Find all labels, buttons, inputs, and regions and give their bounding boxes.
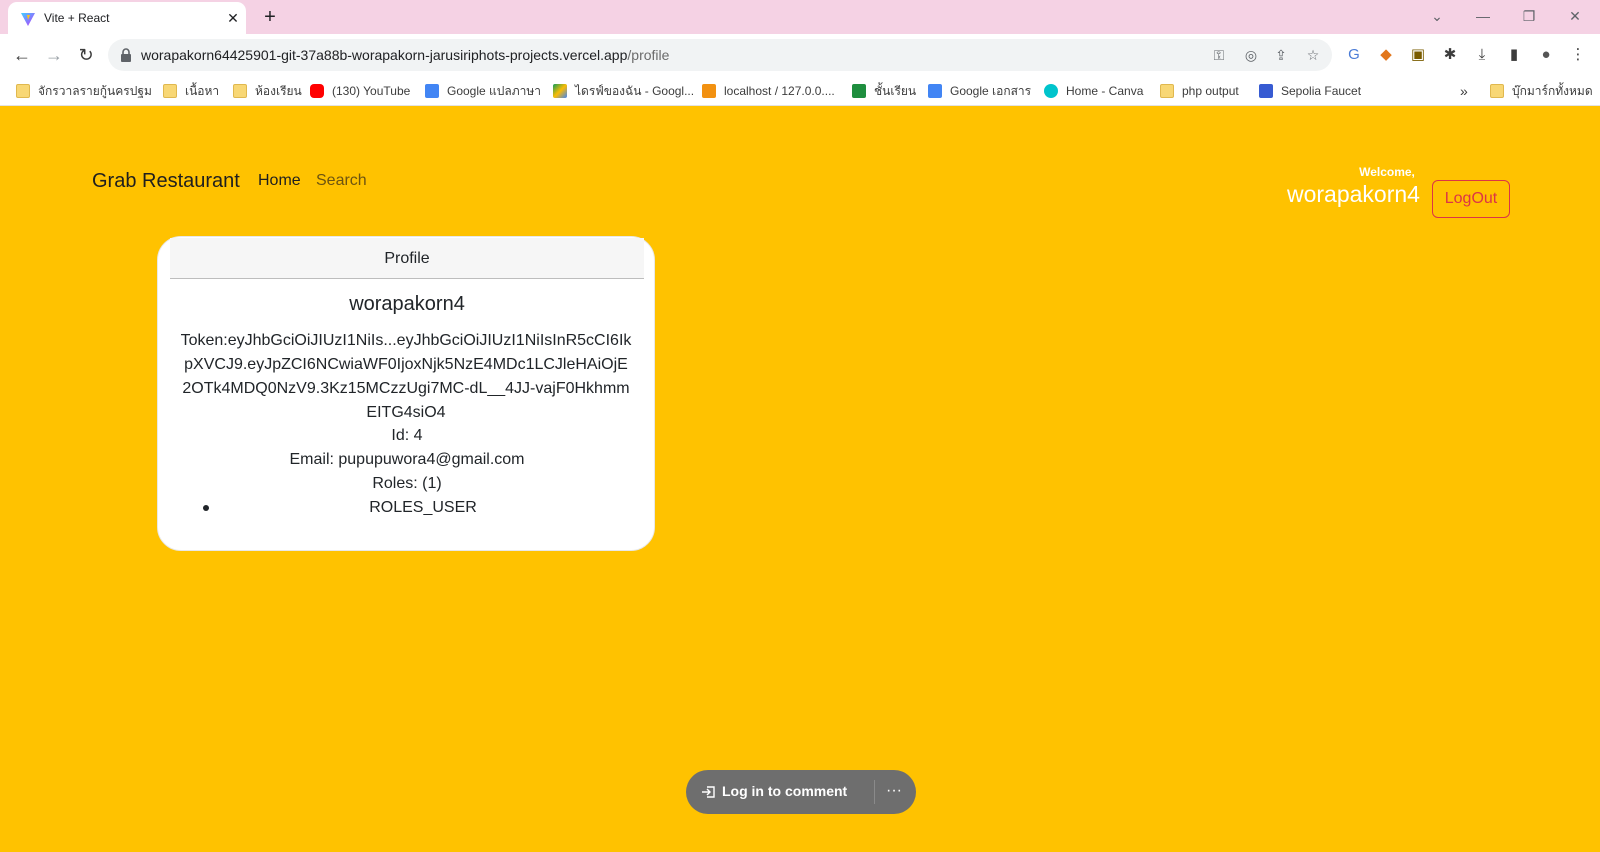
bookmark-label: บุ๊กมาร์กทั้งหมด [1512,83,1593,98]
bookmark-label: localhost / 127.0.0.... [724,84,835,98]
folder-icon [1490,84,1504,98]
folder-icon [163,84,177,98]
forward-arrow-icon[interactable]: → [41,43,67,67]
login-to-comment-button[interactable]: Log in to comment [722,783,847,799]
bookmark-item[interactable]: Sepolia Faucet [1259,82,1361,100]
side-panel-icon[interactable]: ▮ [1504,45,1524,65]
bookmark-label: ห้องเรียน [255,83,302,98]
bookmark-item[interactable]: php output [1160,82,1239,100]
bookmark-label: Sepolia Faucet [1281,84,1362,98]
folder-icon [1160,84,1174,98]
bookmark-label: เนื้อหา [185,83,220,98]
minimize-icon[interactable]: — [1468,4,1498,28]
extension-card-icon[interactable]: ▣ [1408,45,1428,65]
bookmark-label: Google แปลภาษา [447,83,542,98]
url-text: worapakorn64425901-git-37a88b-worapakorn… [141,47,669,63]
divider [874,780,875,804]
bookmark-item[interactable]: (130) YouTube [310,82,410,100]
comment-toolbar: Log in to comment ··· [686,770,916,814]
window-close-icon[interactable]: ✕ [1560,4,1590,28]
profile-token: Token:eyJhbGciOiJIUzI1NiIs...eyJhbGciOiJ… [180,332,632,421]
star-icon[interactable]: ☆ [1304,46,1322,64]
restore-icon[interactable]: ❐ [1514,4,1544,28]
bookmark-item[interactable]: จักรวาลรายกู้นครปฐม [16,82,152,100]
puzzle-icon[interactable]: ✱ [1440,45,1460,65]
phpmyadmin-icon [702,84,716,98]
bookmark-item[interactable]: Google แปลภาษา [425,82,541,100]
welcome-username: worapakorn4 [1287,181,1420,207]
bookmark-label: php output [1182,84,1239,98]
google-drive-icon [553,84,567,98]
bookmark-item[interactable]: Google เอกสาร [928,82,1031,100]
welcome-label: Welcome, [1359,165,1415,179]
profile-card-header: Profile [170,238,644,279]
bookmarks-overflow-chevron-icon[interactable]: » [1460,82,1468,100]
google-translate-icon [425,84,439,98]
bookmark-label: (130) YouTube [332,84,411,98]
bookmark-label: จักรวาลรายกู้นครปฐม [38,83,152,98]
menu-kebab-icon[interactable]: ⋮ [1568,45,1588,65]
profile-username: worapakorn4 [349,293,465,315]
eye-off-icon[interactable]: ◎ [1242,46,1260,64]
close-icon[interactable]: ✕ [224,9,242,27]
lock-icon [121,48,131,62]
folder-icon [233,84,247,98]
profile-email: Email: pupupuwora4@gmail.com [289,451,525,468]
bookmarks-bar: จักรวาลรายกู้นครปฐม เนื้อหา ห้องเรียน (1… [0,76,1600,106]
bookmark-item[interactable]: เนื้อหา [163,82,219,100]
bookmark-item[interactable]: ไดรฟ์ของฉัน - Googl... [553,82,694,100]
url-path: /profile [627,47,670,63]
bookmark-item[interactable]: Home - Canva [1044,82,1143,100]
profile-id: Id: 4 [391,427,423,444]
browser-titlebar: Vite + React ✕ + ⌄ — ❐ ✕ [0,0,1600,34]
reload-icon[interactable]: ↻ [73,43,99,67]
browser-tab[interactable]: Vite + React ✕ [8,2,246,34]
translate-extension-icon[interactable]: G [1344,45,1364,65]
role-list-item: ROLES_USER [369,499,477,516]
url-host: worapakorn64425901-git-37a88b-worapakorn… [141,47,628,63]
bookmark-label: Google เอกสาร [950,83,1032,98]
share-icon[interactable]: ⇪ [1272,46,1290,64]
profile-card: Profile worapakorn4 Token:eyJhbGciOiJIUz… [157,236,655,551]
tab-title: Vite + React [44,11,110,25]
youtube-icon [310,84,324,98]
key-icon[interactable]: ⚿ [1210,46,1228,64]
alchemy-icon [1259,84,1273,98]
vite-icon [21,13,35,26]
download-icon[interactable]: ⤓ [1472,45,1492,65]
brand-link[interactable]: Grab Restaurant [92,170,240,193]
profile-avatar[interactable]: ● [1536,45,1556,65]
nav-search-link[interactable]: Search [316,172,367,190]
login-arrow-icon [702,786,715,798]
bookmark-item[interactable]: localhost / 127.0.0.... [702,82,835,100]
profile-roles-count: Roles: (1) [372,475,442,492]
more-options-icon[interactable]: ··· [882,779,906,803]
bookmark-item[interactable]: ชั้นเรียน [852,82,916,100]
address-bar[interactable]: worapakorn64425901-git-37a88b-worapakorn… [108,39,1332,71]
bookmark-item[interactable]: ห้องเรียน [233,82,302,100]
back-arrow-icon[interactable]: ← [9,43,35,67]
tab-search-chevron-down-icon[interactable]: ⌄ [1422,4,1452,28]
logout-button[interactable]: LogOut [1432,180,1510,218]
metamask-icon[interactable]: ◆ [1376,45,1396,65]
all-bookmarks-folder[interactable]: บุ๊กมาร์กทั้งหมด [1490,82,1593,100]
bookmark-label: ชั้นเรียน [874,83,917,98]
bookmark-label: ไดรฟ์ของฉัน - Googl... [575,83,695,98]
nav-home-link[interactable]: Home [258,172,301,190]
google-classroom-icon [852,84,866,98]
new-tab-button[interactable]: + [256,5,284,29]
bookmark-label: Home - Canva [1066,84,1144,98]
canva-icon [1044,84,1058,98]
google-docs-icon [928,84,942,98]
folder-icon [16,84,30,98]
site-navbar: Grab Restaurant Home Search Welcome, wor… [80,143,1520,225]
